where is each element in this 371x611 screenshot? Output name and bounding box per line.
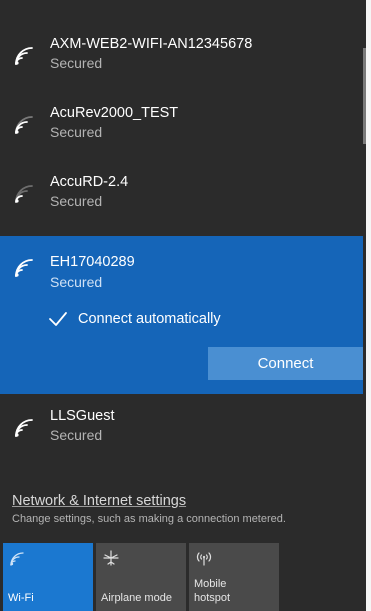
network-status: Secured [50,274,103,290]
quick-actions: Wi-Fi Airplane mode Mobile hotspot [3,543,279,611]
wifi-signal-icon [15,47,33,65]
mobile-hotspot-tile[interactable]: Mobile hotspot [189,543,279,611]
wifi-toggle-tile[interactable]: Wi-Fi [3,543,93,611]
wifi-signal-icon [15,259,33,277]
network-item[interactable]: LLSGuest Secured [0,402,362,470]
airplane-mode-label: Airplane mode [101,592,172,604]
wifi-tile-label: Wi-Fi [8,592,34,604]
network-item[interactable]: AXM-WEB2-WIFI-AN12345678 Secured [0,30,362,98]
network-ssid: EH17040289 [50,254,135,270]
connect-automatically-label: Connect automatically [78,311,221,327]
airplane-mode-tile[interactable]: Airplane mode [96,543,186,611]
wifi-icon [10,552,24,566]
connect-button[interactable]: Connect [208,347,363,380]
connect-automatically-checkbox[interactable]: Connect automatically [48,308,221,330]
network-status: Secured [50,55,103,71]
wifi-signal-icon [15,185,33,203]
network-status: Secured [50,427,103,443]
network-ssid: LLSGuest [50,408,115,424]
network-flyout: AXM-WEB2-WIFI-AN12345678 Secured AcuRev2… [0,0,366,611]
network-ssid: AccuRD-2.4 [50,174,129,190]
network-item[interactable]: AccuRD-2.4 Secured [0,168,362,236]
selected-network-item[interactable]: EH17040289 Secured Connect automatically… [0,236,366,394]
mobile-hotspot-icon [196,552,212,566]
network-settings-description: Change settings, such as making a connec… [12,513,286,525]
wifi-signal-icon [15,419,33,437]
airplane-icon [103,550,119,566]
checkmark-icon [49,312,67,326]
network-internet-settings-link[interactable]: Network & Internet settings [12,493,352,509]
network-settings-section: Network & Internet settings Change setti… [12,493,352,525]
mobile-hotspot-label: Mobile hotspot [194,578,231,604]
network-item[interactable]: AcuRev2000_TEST Secured [0,99,362,167]
network-ssid: AcuRev2000_TEST [50,105,179,121]
network-ssid: AXM-WEB2-WIFI-AN12345678 [50,36,253,52]
network-status: Secured [50,193,103,209]
wifi-signal-icon [15,116,33,134]
window-edge [366,0,371,611]
network-status: Secured [50,124,103,140]
